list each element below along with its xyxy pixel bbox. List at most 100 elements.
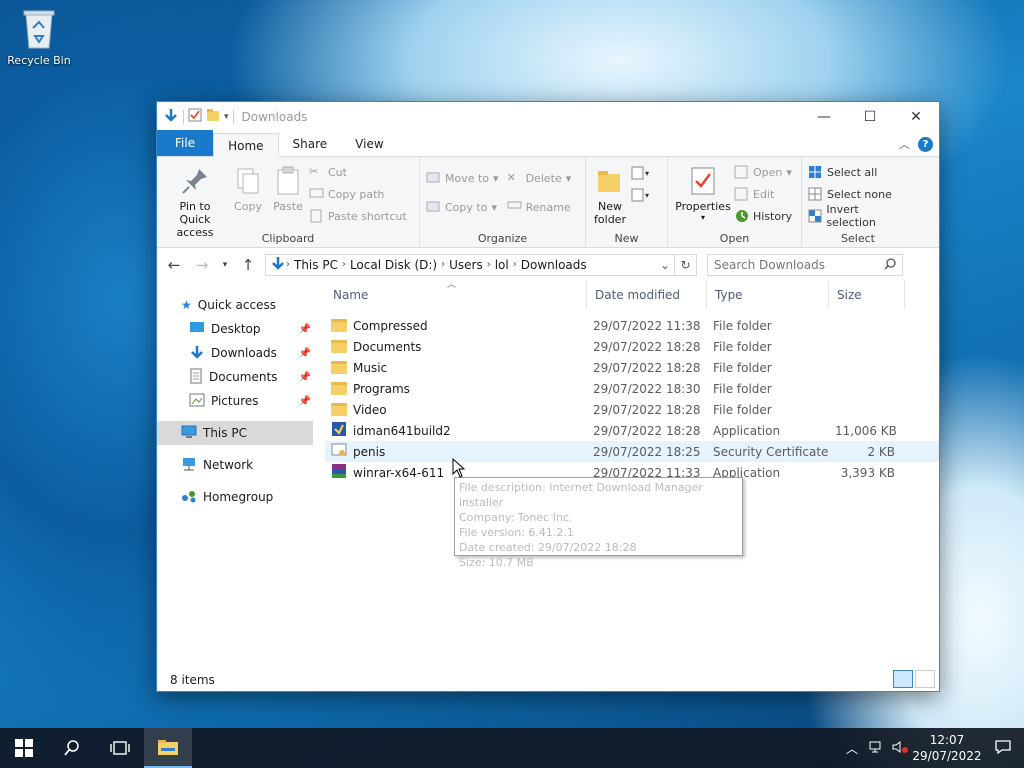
minimize-button[interactable]: — [801,102,847,131]
open-group-label: Open [719,232,750,245]
invert-selection-button[interactable]: Invert selection [808,203,908,229]
refresh-icon[interactable]: ↻ [674,254,696,275]
table-row[interactable]: Video 29/07/2022 18:28 File folder [325,399,939,420]
column-size[interactable]: Size [829,281,905,309]
history-button[interactable]: History [734,205,792,227]
select-all-button[interactable]: Select all [808,161,908,183]
nav-downloads[interactable]: Downloads 📌 [157,341,325,365]
action-center-button[interactable] [982,739,1024,758]
mouse-cursor-icon [452,458,466,478]
edit-button[interactable]: Edit [734,183,792,205]
table-row[interactable]: Music 29/07/2022 18:28 File folder [325,357,939,378]
item-count: 8 items [170,673,215,687]
nav-documents[interactable]: Documents 📌 [157,365,325,389]
start-button[interactable] [0,728,48,768]
new-folder-qat-icon[interactable] [206,108,220,125]
search-box[interactable]: Search Downloads [707,253,903,276]
search-input[interactable]: Search Downloads [714,258,825,272]
breadcrumb[interactable]: › This PC › Local Disk (D:) › Users › lo… [265,253,697,276]
tab-view[interactable]: View [341,132,397,156]
nav-network[interactable]: Network [157,453,325,477]
new-folder-button[interactable]: New folder [592,161,628,226]
downloads-location-icon [270,255,286,274]
status-bar: 8 items [157,669,939,691]
idm-app-icon [331,421,347,440]
easy-access-icon[interactable]: ▾ [630,187,652,209]
recycle-bin-desktop-icon[interactable]: Recycle Bin [6,6,72,67]
pin-quick-access-button[interactable]: Pin to Quick access [163,161,227,239]
address-dropdown-icon[interactable]: ⌄ [660,258,670,272]
qat-dropdown-icon[interactable]: ▾ [224,112,229,122]
navigation-pane: ★ Quick access Desktop 📌 Downloads 📌 Doc… [157,281,325,669]
breadcrumb-local-disk[interactable]: Local Disk (D:) [350,258,437,272]
network-tray-icon[interactable] [864,740,888,757]
nav-pictures[interactable]: Pictures 📌 [157,389,325,413]
properties-button[interactable]: Properties ▾ [674,161,732,227]
new-item-icon[interactable]: ▾ [630,165,652,187]
tab-home[interactable]: Home [213,133,279,157]
windows-logo-icon [15,739,33,757]
copy-to-icon [426,200,441,214]
column-type[interactable]: Type [707,281,829,309]
copy-button[interactable]: Copy [229,161,267,239]
task-view-button[interactable] [96,728,144,768]
table-row[interactable]: Programs 29/07/2022 18:30 File folder [325,378,939,399]
nav-this-pc[interactable]: This PC [157,421,313,445]
table-row[interactable]: Compressed 29/07/2022 11:38 File folder [325,315,939,336]
column-date-modified[interactable]: Date modified [587,281,707,309]
breadcrumb-users[interactable]: Users [449,258,483,272]
breadcrumb-lol[interactable]: lol [495,258,509,272]
maximize-button[interactable]: ☐ [847,102,893,131]
table-row[interactable]: idman641build2 29/07/2022 18:28 Applicat… [325,420,939,441]
large-icons-view-button[interactable] [915,670,935,688]
nav-desktop[interactable]: Desktop 📌 [157,317,325,341]
delete-button[interactable]: ✕ Delete ▾ [507,167,572,189]
move-to-button[interactable]: Move to ▾ [426,167,499,189]
homegroup-icon [181,489,197,506]
nav-quick-access[interactable]: ★ Quick access [157,293,325,317]
select-group: Select all Select none Invert selection … [802,157,914,248]
select-group-label: Select [841,232,875,245]
table-row[interactable]: penis 29/07/2022 18:25 Security Certific… [325,441,939,462]
breadcrumb-downloads[interactable]: Downloads [521,258,587,272]
copy-to-button[interactable]: Copy to ▾ [426,196,499,218]
tab-share[interactable]: Share [279,132,342,156]
select-none-button[interactable]: Select none [808,183,908,205]
taskbar-search-button[interactable] [48,728,96,768]
show-hidden-icons-icon[interactable]: ︿ [840,740,864,757]
clipboard-group: Pin to Quick access Copy Paste ✂ Cut Copy… [157,157,420,248]
open-icon [734,165,749,179]
open-button[interactable]: Open ▾ [734,161,792,183]
details-view-button[interactable] [893,670,913,688]
up-button[interactable]: ↑ [237,256,259,274]
copy-path-button[interactable]: Copy path [309,183,407,205]
paste-icon [277,166,299,195]
quick-access-toolbar: ▾ [157,107,234,126]
collapse-ribbon-icon[interactable]: ︿ [899,136,910,152]
paste-button[interactable]: Paste [269,161,307,239]
volume-muted-icon[interactable] [888,740,912,757]
properties-check-icon[interactable] [188,108,202,125]
forward-button[interactable]: → [191,256,213,274]
system-tray: ︿ 12:07 29/07/2022 [840,728,1024,768]
recycle-bin-icon [22,8,56,50]
cut-button[interactable]: ✂ Cut [309,161,407,183]
address-bar-row: ← → ▾ ↑ › This PC › Local Disk (D:) › Us… [157,248,939,281]
nav-homegroup[interactable]: Homegroup [157,485,325,509]
file-list: ︿ Name Date modified Type Size Compresse… [325,280,939,669]
table-row[interactable]: Documents 29/07/2022 18:28 File folder [325,336,939,357]
clock[interactable]: 12:07 29/07/2022 [912,732,982,764]
tab-file[interactable]: File [157,130,214,156]
documents-icon [189,368,203,387]
close-button[interactable]: ✕ [893,102,939,131]
help-icon[interactable]: ? [918,136,933,152]
rename-button[interactable]: Rename [507,196,572,218]
file-explorer-taskbar-button[interactable] [144,728,192,768]
back-button[interactable]: ← [163,256,185,274]
breadcrumb-this-pc[interactable]: This PC [294,258,338,272]
recent-locations-button[interactable]: ▾ [219,260,231,270]
new-group-label: New [614,232,639,245]
folder-icon [331,340,347,353]
window-title: Downloads [241,109,308,124]
paste-shortcut-button[interactable]: Paste shortcut [309,205,407,227]
